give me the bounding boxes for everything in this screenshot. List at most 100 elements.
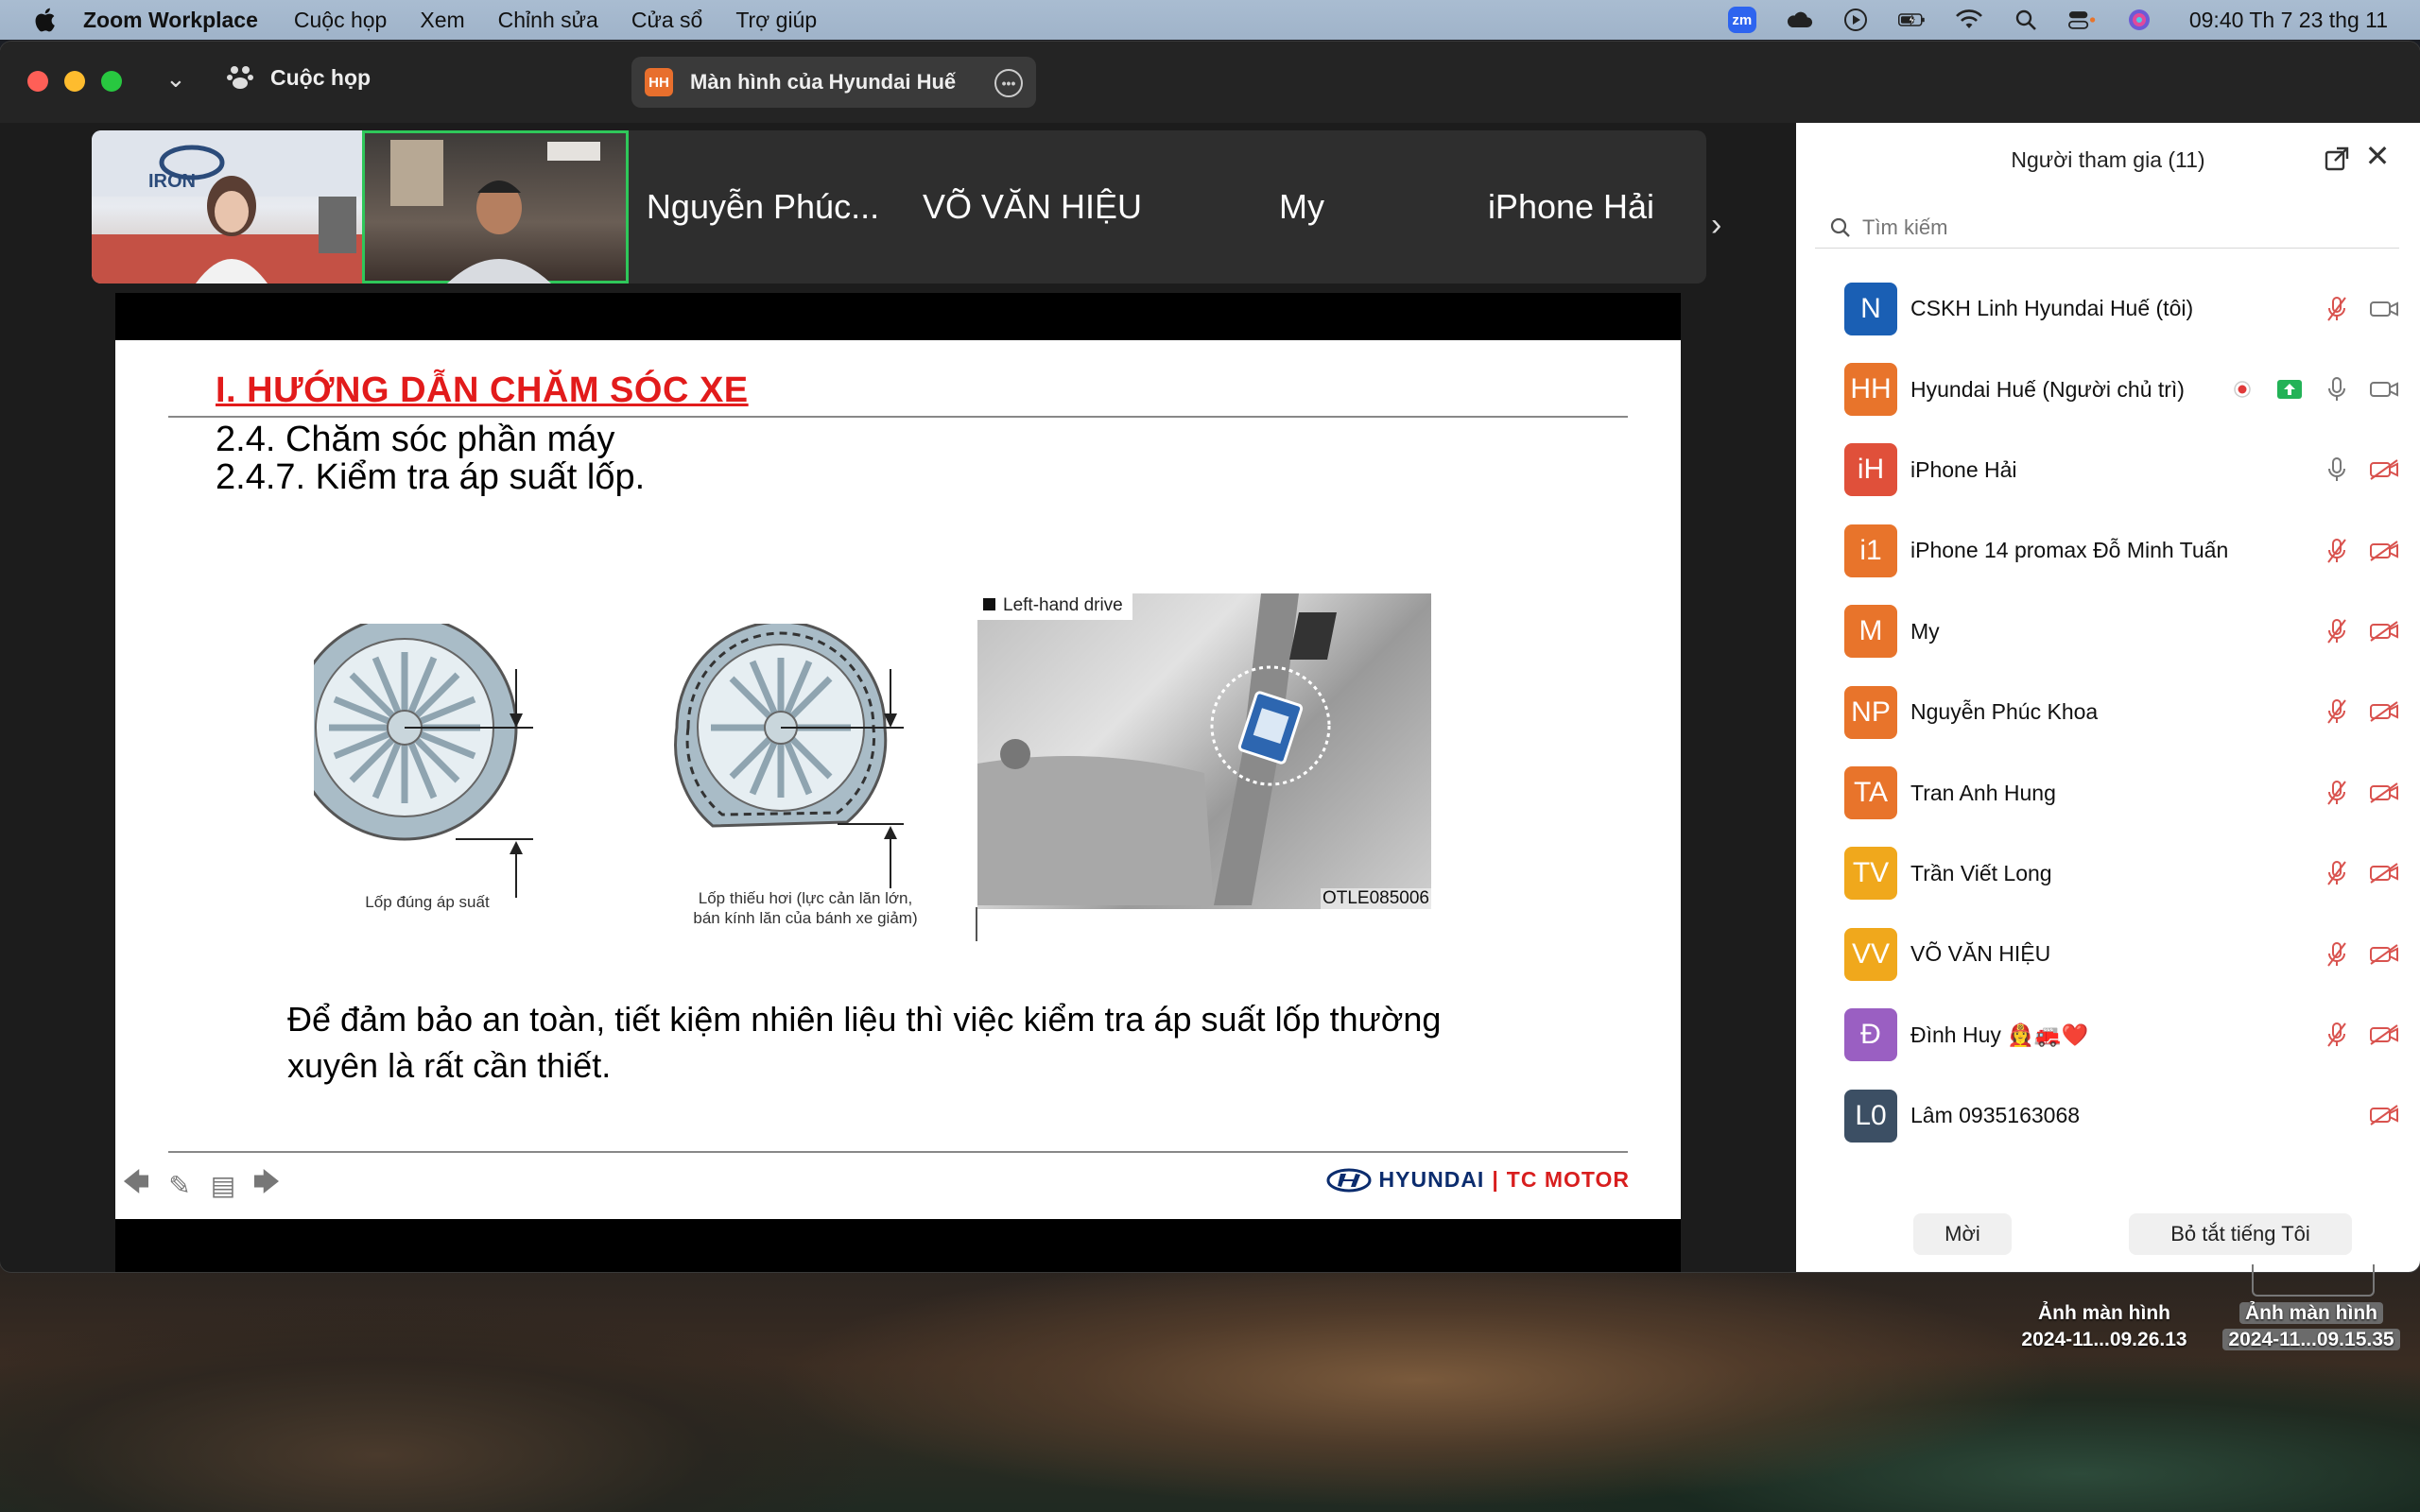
mic-muted-icon[interactable]: [2322, 778, 2352, 808]
next-slide-icon[interactable]: 🡆: [253, 1167, 281, 1198]
video-tile-name[interactable]: My: [1169, 130, 1434, 284]
chevron-right-icon[interactable]: ›: [1711, 207, 1721, 244]
mic-muted-icon[interactable]: [2322, 616, 2352, 646]
video-off-icon[interactable]: [2369, 1020, 2399, 1050]
desktop-file-thumbnail[interactable]: [2252, 1264, 2375, 1297]
slide-subtitle: 2.4. Chăm sóc phần máy: [216, 420, 615, 459]
mic-muted-icon[interactable]: [2322, 939, 2352, 970]
video-off-icon[interactable]: [2369, 1100, 2399, 1130]
video-tile-name[interactable]: iPhone Hải: [1439, 130, 1703, 284]
mic-muted-icon[interactable]: [2322, 858, 2352, 888]
avatar: N: [1844, 282, 1897, 335]
mic-muted-icon[interactable]: [2322, 696, 2352, 727]
pop-out-icon[interactable]: [2324, 146, 2350, 172]
menu-edit[interactable]: Chỉnh sửa: [498, 8, 598, 33]
mic-muted-icon[interactable]: [2322, 536, 2352, 566]
unmute-me-button[interactable]: Bỏ tắt tiếng Tôi: [2129, 1213, 2352, 1255]
cloud-icon[interactable]: [1785, 9, 1813, 31]
mic-muted-icon[interactable]: [2322, 294, 2352, 324]
photo-label: Left-hand drive: [977, 593, 1132, 620]
video-icon[interactable]: [2369, 294, 2399, 324]
wifi-icon[interactable]: [1955, 9, 1983, 31]
participant-row[interactable]: iH iPhone Hải: [1796, 430, 2420, 510]
participant-name: Tran Anh Hung: [1910, 780, 2056, 805]
search-input[interactable]: [1860, 215, 2375, 241]
spotlight-search-icon[interactable]: [2012, 9, 2040, 31]
participant-name: iPhone 14 promax Đỗ Minh Tuấn: [1910, 538, 2229, 563]
menu-view[interactable]: Xem: [420, 8, 464, 33]
video-off-icon[interactable]: [2369, 858, 2399, 888]
menu-clock[interactable]: 09:40 Th 7 23 thg 11: [2189, 8, 2388, 33]
slide-body-text: Để đảm bảo an toàn, tiết kiệm nhiên liệu…: [287, 1000, 1442, 1085]
zoom-meeting-window: ⌄ Cuộc họp HH Màn hình của Hyundai Huế •…: [0, 42, 2420, 1272]
mic-icon[interactable]: [2322, 374, 2352, 404]
footer-separator: |: [1492, 1167, 1499, 1192]
window-titlebar: ⌄ Cuộc họp HH Màn hình của Hyundai Huế •…: [0, 42, 2420, 123]
video-tile-presenter[interactable]: IRON: [92, 130, 362, 284]
pen-icon[interactable]: ✎: [166, 1171, 193, 1200]
video-strip: IRON Nguyễn Phúc... VÕ VĂN HIỆU My iPhon…: [92, 130, 1706, 284]
video-icon[interactable]: [2369, 374, 2399, 404]
close-window-button[interactable]: [27, 71, 48, 92]
zoom-status-icon[interactable]: zm: [1727, 7, 1756, 33]
footer-dealer: TC MOTOR: [1506, 1167, 1630, 1192]
menu-window[interactable]: Cửa sổ: [631, 8, 702, 33]
shared-screen[interactable]: I. HƯỚNG DẪN CHĂM SÓC XE 2.4. Chăm sóc p…: [115, 293, 1681, 1272]
participant-name: Đình Huy 👩‍🚒🚒❤️: [1910, 1022, 2089, 1047]
apple-icon[interactable]: [30, 6, 59, 34]
menu-app-name[interactable]: Zoom Workplace: [83, 8, 258, 33]
desktop-file-date: 2024-11...09.26.13: [2021, 1329, 2187, 1350]
video-tile-active-speaker[interactable]: [362, 130, 629, 284]
avatar: VV: [1844, 927, 1897, 981]
video-off-icon[interactable]: [2369, 616, 2399, 646]
chevron-down-icon[interactable]: ⌄: [165, 64, 186, 94]
participant-row[interactable]: TV Trần Viết Long: [1796, 833, 2420, 914]
previous-slide-icon[interactable]: 🡄: [123, 1167, 150, 1198]
more-options-icon[interactable]: •••: [994, 69, 1023, 97]
participant-row[interactable]: Đ Đình Huy 👩‍🚒🚒❤️: [1796, 995, 2420, 1075]
participant-name: CSKH Linh Hyundai Huế (tôi): [1910, 296, 2194, 321]
video-tile-name[interactable]: VÕ VĂN HIỆU: [900, 130, 1165, 284]
invite-button[interactable]: Mời: [1913, 1213, 2012, 1255]
play-icon[interactable]: [1841, 9, 1870, 31]
mic-muted-icon[interactable]: [2322, 1020, 2352, 1050]
fullscreen-window-button[interactable]: [101, 71, 122, 92]
participant-row[interactable]: VV VÕ VĂN HIỆU: [1796, 914, 2420, 994]
close-icon[interactable]: ✕: [2363, 141, 2392, 171]
participant-row[interactable]: M My: [1796, 592, 2420, 672]
participant-row[interactable]: L0 Lâm 0935163068: [1796, 1075, 2420, 1156]
desktop-file-screenshot[interactable]: Ảnh màn hình 2024-11...09.26.13: [2000, 1300, 2208, 1353]
video-off-icon[interactable]: [2369, 939, 2399, 970]
menu-help[interactable]: Trợ giúp: [735, 8, 817, 33]
mic-icon[interactable]: [2322, 455, 2352, 485]
participant-row[interactable]: i1 iPhone 14 promax Đỗ Minh Tuấn: [1796, 510, 2420, 591]
battery-icon[interactable]: [1897, 9, 1927, 31]
participant-row[interactable]: NP Nguyễn Phúc Khoa: [1796, 672, 2420, 752]
participant-row[interactable]: TA Tran Anh Hung: [1796, 752, 2420, 833]
tire-caption: Lốp đúng áp suất: [365, 893, 490, 911]
tire-correct-pressure-diagram: [314, 624, 533, 898]
participant-row[interactable]: N CSKH Linh Hyundai Huế (tôi): [1796, 268, 2420, 349]
video-off-icon[interactable]: [2369, 455, 2399, 485]
participant-name: VÕ VĂN HIỆU: [1910, 941, 2051, 967]
menu-meeting[interactable]: Cuộc họp: [294, 8, 387, 33]
minimize-window-button[interactable]: [64, 71, 85, 92]
desktop-file-screenshot[interactable]: Ảnh màn hình 2024-11...09.15.35: [2203, 1300, 2420, 1353]
participant-row[interactable]: HH Hyundai Huế (Người chủ trì): [1796, 349, 2420, 429]
meeting-info-button[interactable]: Cuộc họp: [227, 64, 371, 91]
participant-status-icons: [2322, 833, 2399, 914]
video-off-icon[interactable]: [2369, 778, 2399, 808]
participant-search: [1815, 208, 2399, 249]
control-center-icon[interactable]: [2067, 9, 2097, 31]
avatar: TV: [1844, 847, 1897, 901]
video-off-icon[interactable]: [2369, 536, 2399, 566]
mic-icon[interactable]: [2322, 1100, 2352, 1130]
slide-title: I. HƯỚNG DẪN CHĂM SÓC XE: [216, 370, 749, 410]
screen-share-indicator[interactable]: HH Màn hình của Hyundai Huế •••: [631, 57, 1036, 108]
participants-paw-icon: [227, 66, 253, 89]
photo-code: OTLE085006: [1320, 888, 1431, 909]
video-tile-name[interactable]: Nguyễn Phúc...: [631, 130, 895, 284]
menu-icon[interactable]: ▤: [210, 1171, 236, 1200]
video-off-icon[interactable]: [2369, 696, 2399, 727]
siri-icon[interactable]: [2125, 9, 2153, 31]
